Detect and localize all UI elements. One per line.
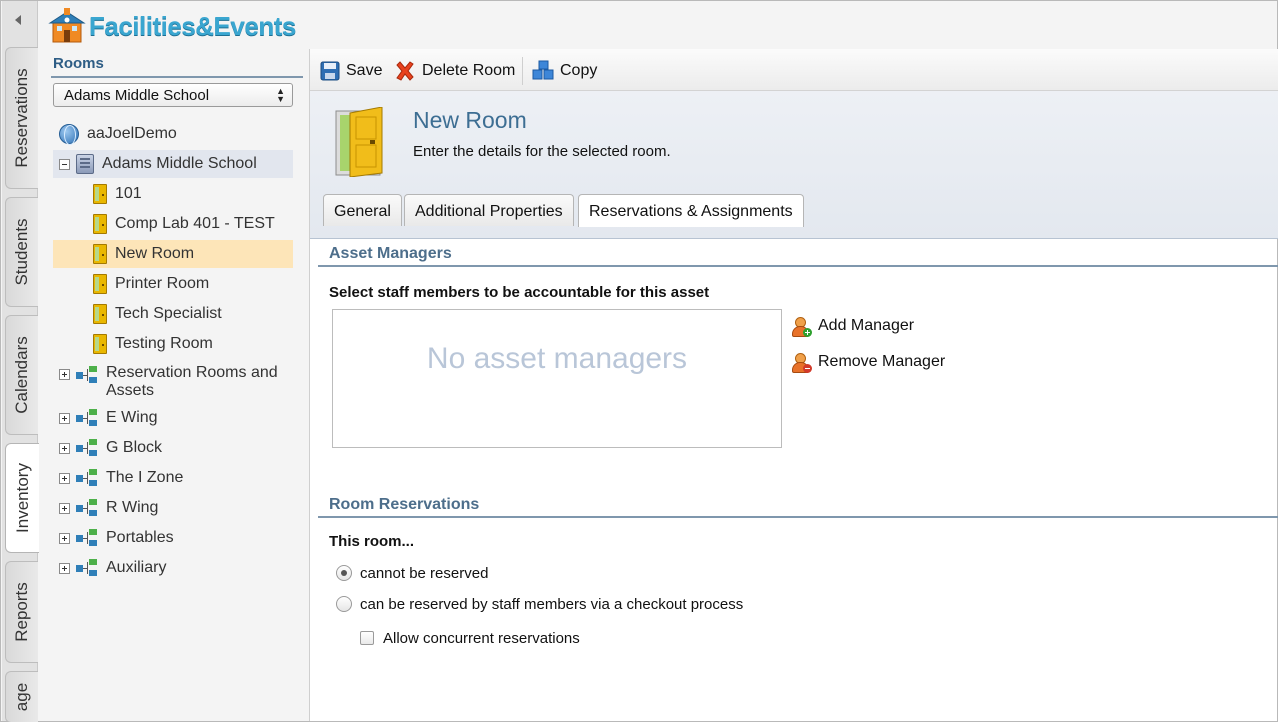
tree-item[interactable]: Portables — [59, 524, 293, 552]
side-tab-students[interactable]: Students — [5, 197, 38, 307]
tree-item[interactable]: Tech Specialist — [93, 300, 293, 328]
option-cannot-be-reserved[interactable]: cannot be reserved — [336, 563, 488, 583]
side-tab-calendars[interactable]: Calendars — [5, 315, 38, 435]
network-group-icon — [76, 366, 98, 384]
select-arrows-icon: ▲ ▼ — [276, 86, 285, 104]
side-tab-page[interactable]: age — [5, 671, 38, 722]
tree-item[interactable]: Auxiliary — [59, 554, 293, 582]
expand-toggle-icon[interactable] — [59, 472, 70, 484]
door-icon — [93, 214, 107, 234]
delete-x-icon — [396, 61, 414, 81]
expand-toggle-icon[interactable] — [59, 562, 70, 574]
tree-item[interactable]: aaJoelDemo — [59, 120, 293, 148]
tab-additional-properties[interactable]: Additional Properties — [404, 194, 574, 226]
building-icon — [76, 154, 94, 174]
concurrent-checkbox[interactable] — [360, 631, 374, 645]
tree-item[interactable]: Printer Room — [93, 270, 293, 298]
page-title: New Room — [413, 107, 527, 133]
school-select[interactable]: Adams Middle School ▲ ▼ — [53, 83, 293, 107]
section-divider — [318, 516, 1278, 518]
tree-item[interactable]: Testing Room — [93, 330, 293, 358]
expand-toggle-icon[interactable] — [59, 502, 70, 514]
expand-toggle-icon[interactable] — [59, 369, 70, 380]
door-icon — [93, 304, 107, 324]
save-icon — [320, 61, 340, 81]
add-person-icon — [790, 316, 812, 337]
collapse-toggle-icon[interactable] — [59, 158, 70, 170]
radio-button-selected[interactable] — [336, 565, 352, 581]
side-tab-reservations[interactable]: Reservations — [5, 47, 38, 189]
expand-toggle-icon[interactable] — [59, 412, 70, 424]
side-tab-inventory[interactable]: Inventory — [5, 443, 40, 553]
tree-header: Rooms — [53, 55, 104, 72]
radio-button[interactable] — [336, 596, 352, 612]
network-group-icon — [76, 409, 98, 427]
side-tab-bar: Reservations Students Calendars Inventor… — [2, 1, 40, 722]
expand-toggle-icon[interactable] — [59, 532, 70, 544]
app-window: Reservations Students Calendars Inventor… — [0, 0, 1278, 722]
asset-managers-heading: Asset Managers — [329, 245, 452, 262]
toolbar: Save Delete Room Copy — [310, 49, 1278, 91]
tree-header-divider — [51, 76, 303, 78]
network-group-icon — [76, 439, 98, 457]
tree-item-selected[interactable]: New Room — [53, 240, 293, 268]
this-room-label: This room... — [329, 533, 415, 550]
tree-item[interactable]: G Block — [59, 434, 293, 462]
allow-concurrent-option[interactable]: Allow concurrent reservations — [360, 628, 580, 648]
page-subtitle: Enter the details for the selected room. — [413, 143, 671, 160]
room-details-panel: Save Delete Room Copy New Room Enter the… — [309, 49, 1278, 721]
tree-item[interactable]: R Wing — [59, 494, 293, 522]
section-divider — [318, 265, 1278, 267]
side-tab-reports[interactable]: Reports — [5, 561, 38, 663]
copy-icon — [532, 60, 554, 80]
remove-person-icon — [790, 352, 812, 373]
door-icon — [93, 184, 107, 204]
tree-item[interactable]: The I Zone — [59, 464, 293, 492]
app-logo: Facilities&Events — [47, 7, 296, 45]
network-group-icon — [76, 559, 98, 577]
door-icon — [93, 274, 107, 294]
empty-state-text: No asset managers — [426, 342, 688, 375]
delete-room-button[interactable]: Delete Room — [394, 59, 515, 83]
remove-manager-button[interactable]: Remove Manager — [790, 350, 945, 374]
expand-toggle-icon[interactable] — [59, 442, 70, 454]
door-icon — [93, 244, 107, 264]
toolbar-separator — [522, 57, 523, 85]
room-reservations-heading: Room Reservations — [329, 496, 480, 513]
collapse-arrow-icon[interactable] — [15, 15, 21, 25]
tab-reservations-assignments[interactable]: Reservations & Assignments — [578, 194, 804, 227]
tree-item[interactable]: 101 — [93, 180, 293, 208]
app-name: Facilities&Events — [89, 10, 296, 41]
tree-item[interactable]: E Wing — [59, 404, 293, 432]
network-group-icon — [76, 499, 98, 517]
tree-item[interactable]: Adams Middle School — [53, 150, 293, 178]
option-checkout-reservation[interactable]: can be reserved by staff members via a c… — [336, 594, 743, 614]
globe-icon — [59, 124, 79, 145]
rooms-tree-panel: Rooms Adams Middle School ▲ ▼ aaJoelDemo … — [39, 49, 303, 721]
asset-managers-list[interactable]: No asset managers — [332, 309, 782, 448]
copy-button[interactable]: Copy — [532, 59, 597, 83]
tree-item[interactable]: Comp Lab 401 - TEST — [93, 210, 293, 238]
tab-general[interactable]: General — [323, 194, 402, 226]
network-group-icon — [76, 469, 98, 487]
tree-item[interactable]: Reservation Rooms and Assets — [59, 364, 293, 402]
add-manager-button[interactable]: Add Manager — [790, 314, 914, 338]
save-button[interactable]: Save — [320, 59, 382, 83]
room-door-icon — [332, 106, 386, 178]
asset-managers-instruction: Select staff members to be accountable f… — [329, 284, 710, 301]
network-group-icon — [76, 529, 98, 547]
door-icon — [93, 334, 107, 354]
school-house-icon — [47, 8, 87, 44]
